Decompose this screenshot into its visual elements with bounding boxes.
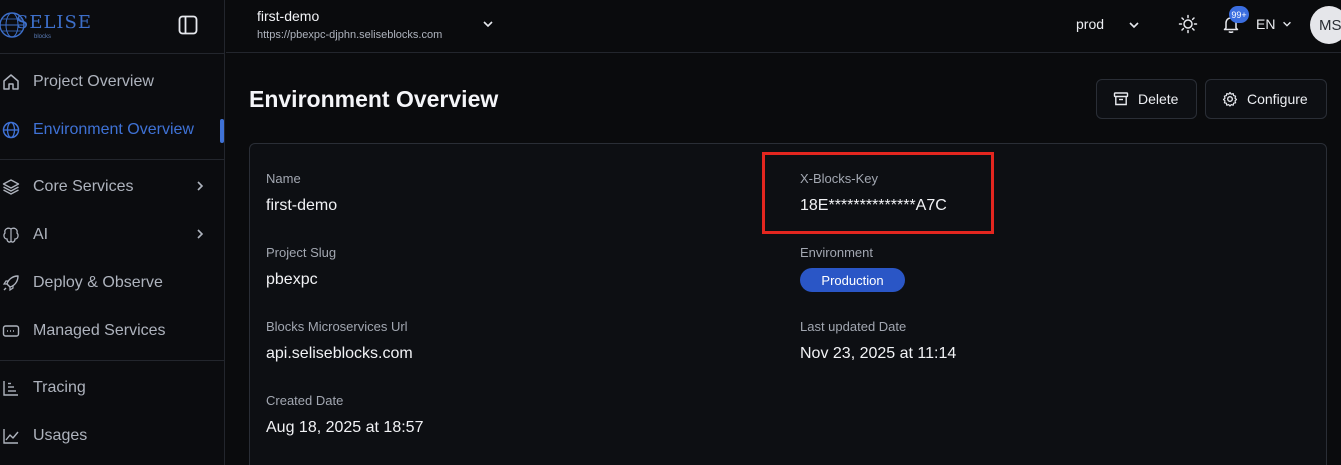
logo-text: SELISE <box>16 12 93 33</box>
configure-button-label: Configure <box>1247 91 1308 107</box>
sidebar-item-label: Usages <box>33 427 88 444</box>
sidebar-item-environment-overview[interactable]: Environment Overview <box>0 110 220 150</box>
highlight-box <box>762 152 994 234</box>
selise-logo[interactable]: SELISE blocks <box>0 4 91 44</box>
sidebar-item-project-overview[interactable]: Project Overview <box>0 62 220 102</box>
logo-subtext: blocks <box>34 34 52 40</box>
sidebar: SELISE blocks Project Overview Environme… <box>0 0 225 465</box>
environment-label: Environment <box>800 245 873 260</box>
delete-button[interactable]: Delete <box>1096 79 1197 119</box>
bar-chart-icon <box>3 381 18 396</box>
active-indicator <box>220 119 224 143</box>
sidebar-toggle-button[interactable] <box>177 14 199 36</box>
created-date-label: Created Date <box>266 393 344 408</box>
sidebar-item-label: Tracing <box>33 379 86 396</box>
sidebar-item-label: Environment Overview <box>33 121 194 138</box>
last-updated-label: Last updated Date <box>800 319 907 334</box>
project-name[interactable]: first-demo <box>257 8 319 24</box>
microservices-url-label: Blocks Microservices Url <box>266 319 408 334</box>
sidebar-divider <box>0 159 225 160</box>
sidebar-item-label: Core Services <box>33 178 134 195</box>
sidebar-item-usages[interactable]: Usages <box>0 416 220 456</box>
sidebar-item-label: Deploy & Observe <box>33 274 163 291</box>
environment-select[interactable]: prod <box>1076 16 1104 32</box>
sidebar-divider <box>0 360 225 361</box>
server-icon <box>2 325 20 337</box>
sidebar-item-label: Project Overview <box>33 73 154 90</box>
gear-icon <box>1222 91 1238 107</box>
chevron-down-icon[interactable] <box>1281 18 1293 30</box>
sidebar-item-deploy-observe[interactable]: Deploy & Observe <box>0 263 220 303</box>
chevron-down-icon[interactable] <box>481 17 495 31</box>
environment-badge: Production <box>800 268 905 292</box>
avatar[interactable]: MS <box>1310 6 1341 44</box>
app-root: SELISE blocks Project Overview Environme… <box>0 0 1341 465</box>
rocket-icon <box>2 275 19 292</box>
project-url: https://pbexpc-djphn.seliseblocks.com <box>257 29 443 41</box>
configure-button[interactable]: Configure <box>1205 79 1327 119</box>
chevron-right-icon <box>197 229 204 239</box>
project-slug-value: pbexpc <box>266 271 318 288</box>
sidebar-item-label: AI <box>33 226 49 243</box>
name-value: first-demo <box>266 197 338 214</box>
sidebar-item-tracing[interactable]: Tracing <box>0 368 220 408</box>
sidebar-divider <box>0 53 225 54</box>
notification-badge: 99+ <box>1229 6 1249 23</box>
name-label: Name <box>266 171 301 186</box>
microservices-url-value: api.seliseblocks.com <box>266 345 413 362</box>
delete-button-label: Delete <box>1138 91 1179 107</box>
archive-icon <box>1113 91 1129 107</box>
last-updated-value: Nov 23, 2025 at 11:14 <box>800 345 957 362</box>
sun-icon[interactable] <box>1178 14 1198 34</box>
project-slug-label: Project Slug <box>266 245 337 260</box>
sidebar-item-label: Managed Services <box>33 322 166 339</box>
sidebar-item-core-services[interactable]: Core Services <box>0 167 220 207</box>
brain-icon <box>3 227 19 243</box>
line-chart-icon <box>3 429 19 444</box>
top-bar: first-demo https://pbexpc-djphn.selisebl… <box>226 0 1341 53</box>
created-date-value: Aug 18, 2025 at 18:57 <box>266 419 424 436</box>
sidebar-item-managed-services[interactable]: Managed Services <box>0 311 220 351</box>
chevron-right-icon <box>197 181 204 191</box>
globe-icon <box>2 121 20 139</box>
language-select[interactable]: EN <box>1256 16 1275 32</box>
page-title: Environment Overview <box>249 86 499 112</box>
panel-left-icon <box>178 15 198 35</box>
sidebar-item-ai[interactable]: AI <box>0 215 220 255</box>
home-icon <box>3 74 19 90</box>
chevron-down-icon[interactable] <box>1127 18 1141 32</box>
layers-icon <box>2 179 20 195</box>
